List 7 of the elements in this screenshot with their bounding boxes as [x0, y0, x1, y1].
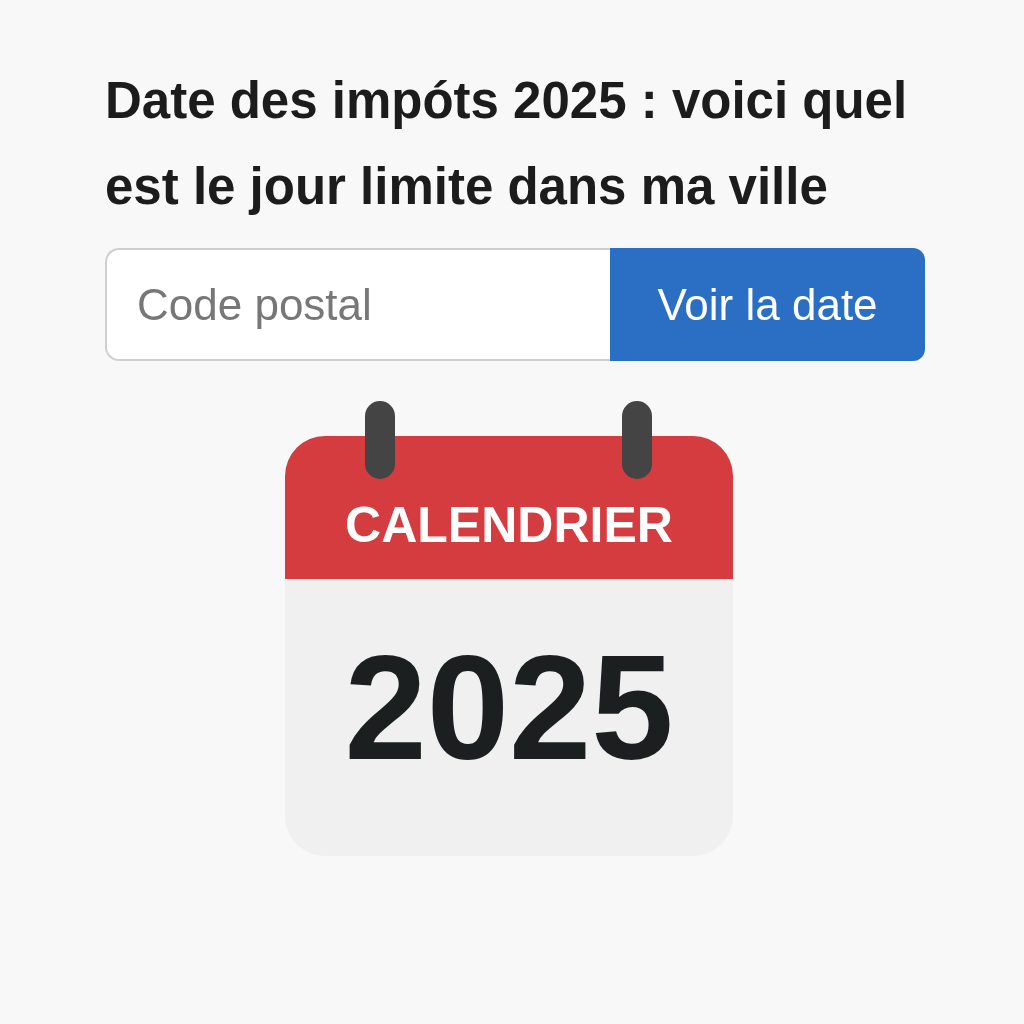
- page-heading: Date des impóts 2025 : voici quel est le jour limite dans ma ville: [105, 71, 909, 217]
- postal-code-field[interactable]: Code postal: [105, 248, 610, 361]
- calendar-year: 2025: [344, 633, 674, 782]
- calendar-header: CALENDRIER: [285, 436, 733, 579]
- binder-ring-icon: [365, 401, 395, 479]
- binder-ring-icon: [622, 401, 652, 479]
- see-date-button[interactable]: Voir la date: [610, 248, 925, 361]
